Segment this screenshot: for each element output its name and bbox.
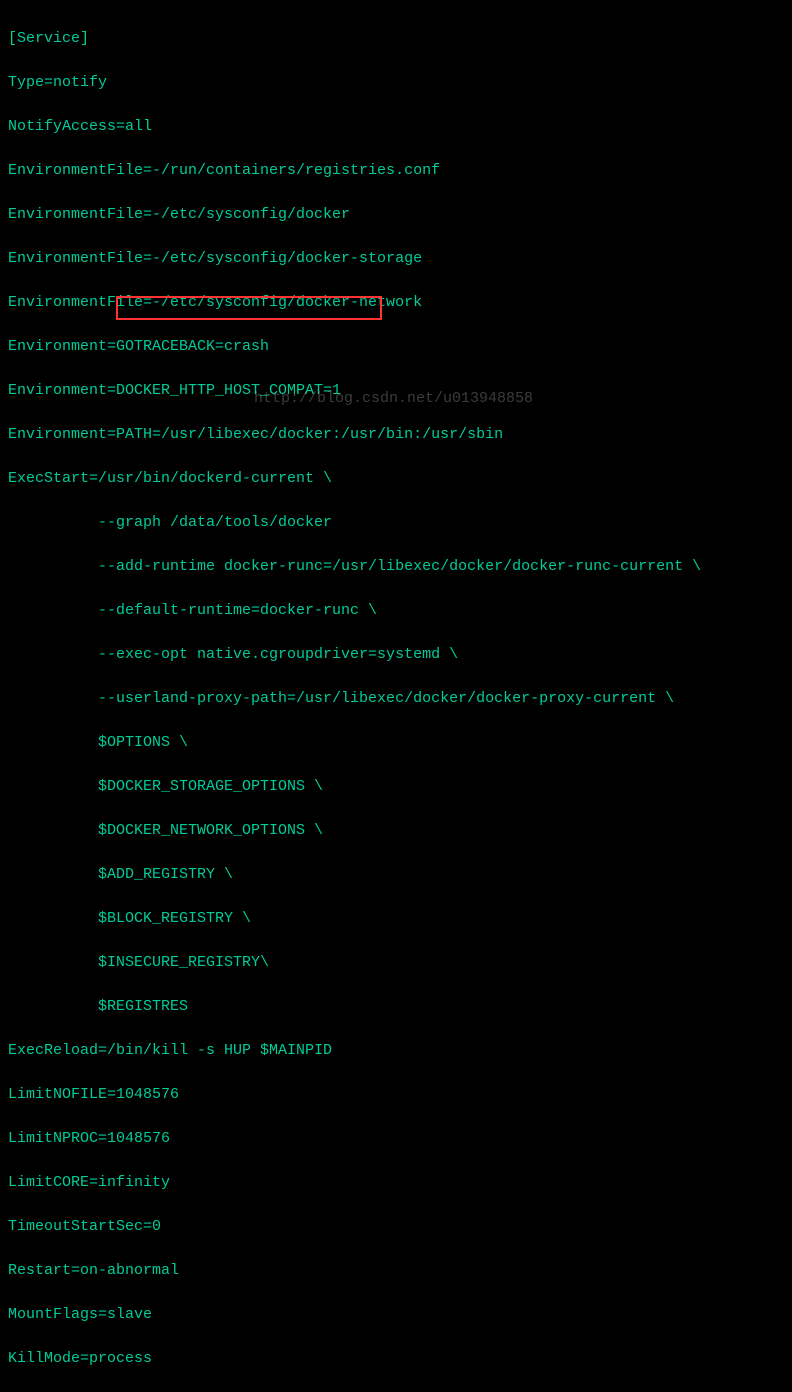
config-line: Environment=DOCKER_HTTP_HOST_COMPAT=1 (8, 380, 784, 402)
config-line: NotifyAccess=all (8, 116, 784, 138)
config-line: --exec-opt native.cgroupdriver=systemd \ (8, 644, 784, 666)
config-line: $DOCKER_NETWORK_OPTIONS \ (8, 820, 784, 842)
config-line: LimitCORE=infinity (8, 1172, 784, 1194)
config-line-highlighted: --graph /data/tools/docker (8, 512, 784, 534)
config-line: $BLOCK_REGISTRY \ (8, 908, 784, 930)
config-line: EnvironmentFile=-/etc/sysconfig/docker (8, 204, 784, 226)
terminal-output: [Service] Type=notify NotifyAccess=all E… (8, 6, 784, 1392)
config-line: LimitNOFILE=1048576 (8, 1084, 784, 1106)
config-line: EnvironmentFile=-/run/containers/registr… (8, 160, 784, 182)
config-line: Environment=PATH=/usr/libexec/docker:/us… (8, 424, 784, 446)
config-line: TimeoutStartSec=0 (8, 1216, 784, 1238)
config-line: $DOCKER_STORAGE_OPTIONS \ (8, 776, 784, 798)
config-line: EnvironmentFile=-/etc/sysconfig/docker-s… (8, 248, 784, 270)
config-line: --add-runtime docker-runc=/usr/libexec/d… (8, 556, 784, 578)
config-line: Restart=on-abnormal (8, 1260, 784, 1282)
config-line: [Service] (8, 28, 784, 50)
config-line: ExecStart=/usr/bin/dockerd-current \ (8, 468, 784, 490)
config-line: EnvironmentFile=-/etc/sysconfig/docker-n… (8, 292, 784, 314)
config-line: $OPTIONS \ (8, 732, 784, 754)
config-line: LimitNPROC=1048576 (8, 1128, 784, 1150)
config-line: $INSECURE_REGISTRY\ (8, 952, 784, 974)
config-line: Type=notify (8, 72, 784, 94)
config-line: $ADD_REGISTRY \ (8, 864, 784, 886)
config-line: Environment=GOTRACEBACK=crash (8, 336, 784, 358)
config-line: --default-runtime=docker-runc \ (8, 600, 784, 622)
config-line: ExecReload=/bin/kill -s HUP $MAINPID (8, 1040, 784, 1062)
config-line: MountFlags=slave (8, 1304, 784, 1326)
config-line: --userland-proxy-path=/usr/libexec/docke… (8, 688, 784, 710)
config-line: $REGISTRES (8, 996, 784, 1018)
config-line: KillMode=process (8, 1348, 784, 1370)
